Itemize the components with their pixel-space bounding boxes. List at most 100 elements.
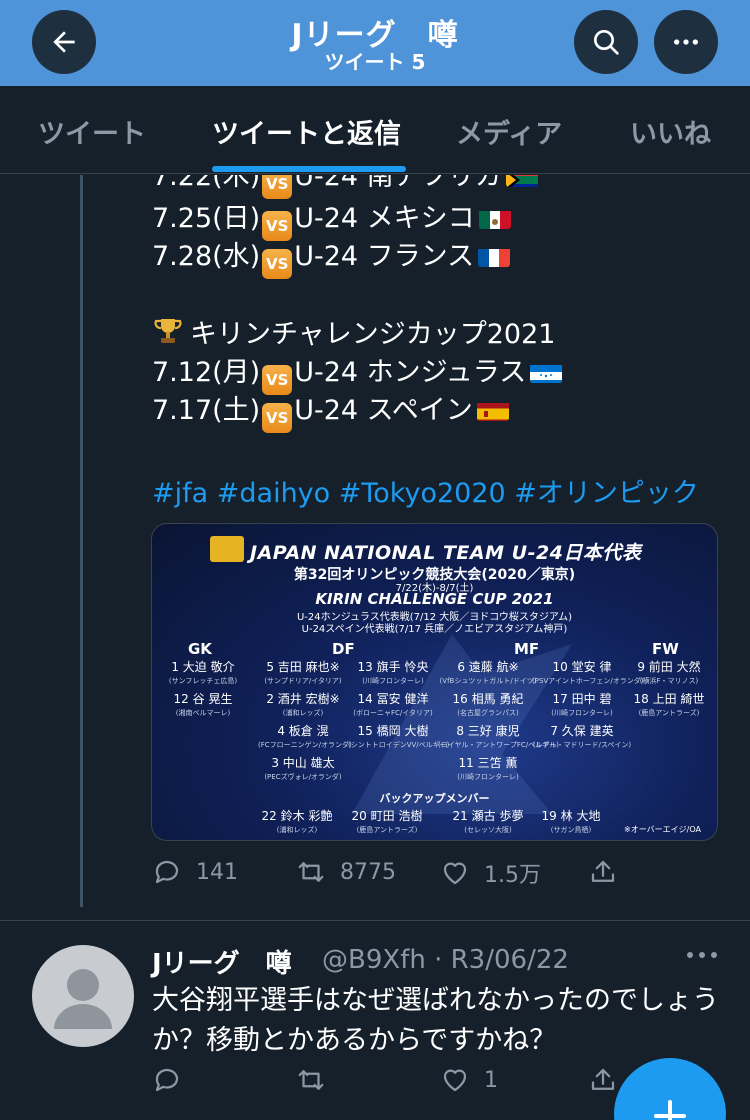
- mexico-flag-icon: [478, 207, 511, 229]
- player-entry: 17 田中 碧 (川崎フロンターレ): [551, 692, 613, 717]
- backup-player-entry: 21 瀬古 歩夢 (セレッソ大阪): [452, 809, 524, 834]
- backup-player-entry: 22 鈴木 彩艶 (浦和レッズ): [261, 809, 333, 834]
- search-button[interactable]: [574, 10, 638, 74]
- jfa-logo: [210, 536, 244, 562]
- more-icon: [674, 39, 698, 45]
- tab-media[interactable]: メディア: [456, 112, 562, 151]
- match-opponent: U-24 ホンジュラス: [294, 357, 527, 388]
- south-africa-flag-icon: [505, 175, 538, 187]
- tab-tweets-and-replies[interactable]: ツイートと返信: [212, 112, 401, 151]
- player-entry: 16 相馬 勇紀 (名古屋グランパス): [452, 692, 524, 717]
- player-entry: 5 吉田 麻也※ (サンプドリア/イタリア): [264, 660, 342, 685]
- schedule-line: 7.12(月) VS U-24 ホンジュラス: [152, 355, 563, 395]
- tweet-count: ツイート 5: [324, 50, 426, 74]
- reply-author-handle: @B9Xfh · R3/06/22: [322, 945, 569, 975]
- vs-badge: VS: [262, 175, 293, 199]
- retweet-button[interactable]: 8775: [296, 857, 396, 887]
- match-opponent: U-24 メキシコ: [294, 203, 475, 234]
- profile-tabs: ツイート ツイートと返信 メディア いいね: [0, 86, 750, 174]
- retweet-icon: [298, 1070, 324, 1090]
- share-icon: [591, 1068, 615, 1090]
- hashtags[interactable]: #jfa #daihyo #Tokyo2020 #オリンピック: [152, 471, 699, 510]
- player-entry: 4 板倉 滉 (FCフローニンゲン/オランダ): [258, 724, 352, 749]
- retweet-button[interactable]: [296, 1065, 340, 1095]
- retweet-count: 8775: [340, 859, 396, 885]
- reply-icon: [155, 1068, 179, 1092]
- vs-badge: VS: [262, 211, 293, 241]
- match-date: 7.17(土): [152, 395, 261, 426]
- reply-author-name[interactable]: Jリーグ 噂: [152, 943, 292, 980]
- thread-line: [80, 175, 83, 907]
- tab-likes[interactable]: いいね: [630, 112, 711, 151]
- player-entry: 15 橋岡 大樹 (シントトロイデンVV/ベルギー): [348, 724, 450, 749]
- spain-flag-icon: [476, 399, 509, 421]
- like-button[interactable]: 1.5万: [440, 857, 541, 889]
- vs-badge: VS: [262, 365, 293, 395]
- reply-icon: [155, 860, 179, 884]
- tweet-divider: [0, 920, 750, 921]
- match-date: 7.25(日): [152, 203, 261, 234]
- player-entry: 2 酒井 宏樹※ (浦和レッズ): [266, 692, 340, 717]
- like-count: 1: [484, 1067, 498, 1093]
- reply-button[interactable]: [152, 1065, 196, 1095]
- trophy-icon: [152, 315, 184, 357]
- backup-player-entry: 19 林 大地 (サガン鳥栖): [541, 809, 601, 834]
- more-options-button[interactable]: [654, 10, 718, 74]
- player-entry: 14 冨安 健洋 (ボローニャFC/イタリア): [353, 692, 433, 717]
- backup-player-entry: 20 町田 浩樹 (鹿島アントラーズ): [351, 809, 423, 834]
- player-entry: 6 遠藤 航※ (VfBシュツットガルト/ドイツ): [439, 660, 537, 685]
- tab-tweets[interactable]: ツイート: [38, 112, 146, 151]
- search-icon: [594, 30, 619, 55]
- match-date: 7.22(木): [152, 175, 261, 192]
- share-icon: [591, 860, 615, 882]
- kirin-cup-label: キリンチャレンジカップ2021: [190, 319, 556, 350]
- match-opponent: U-24 フランス: [294, 241, 475, 272]
- default-avatar-icon: [54, 969, 112, 1029]
- tweet-actions: 141 8775 1.5万: [0, 857, 750, 897]
- reply-more-button[interactable]: [682, 943, 722, 973]
- honduras-flag-icon: [530, 361, 563, 383]
- match-opponent: U-24 スペイン: [294, 395, 473, 426]
- active-tab-indicator: [212, 166, 406, 172]
- retweet-icon: [298, 862, 324, 882]
- schedule-line: 7.28(水) VS U-24 フランス: [152, 239, 511, 279]
- vs-badge: VS: [262, 403, 293, 433]
- position-mf: MF: [514, 640, 540, 658]
- heart-icon: [443, 862, 467, 885]
- reply-button[interactable]: 141: [152, 857, 238, 887]
- match-date: 7.12(月): [152, 357, 261, 388]
- timeline[interactable]: 7.22(木) VS U-24 南アフリカ 7.25(日) VS U-24 メキシコ 7…: [0, 175, 750, 1120]
- heart-icon: [443, 1069, 467, 1092]
- player-entry: 13 旗手 怜央 (川崎フロンターレ): [357, 660, 429, 685]
- schedule-line: 7.22(木) VS U-24 南アフリカ: [152, 175, 538, 199]
- player-entry: 11 三笘 薫 (川崎フロンターレ): [457, 756, 519, 781]
- player-entry: 9 前田 大然 (横浜F・マリノス): [637, 660, 701, 685]
- kirin-cup-title: キリンチャレンジカップ2021: [152, 315, 555, 357]
- media-kirin-cup: KIRIN CHALLENGE CUP 2021: [315, 590, 554, 608]
- like-button[interactable]: 1: [440, 1065, 498, 1095]
- overage-note: ※オーバーエイジ/OA: [624, 825, 701, 834]
- player-entry: 10 堂安 律 (PSVアイントホーフェン/オランダ): [532, 660, 644, 685]
- position-gk: GK: [188, 640, 212, 658]
- vs-badge: VS: [262, 249, 293, 279]
- media-match-2: U-24スペイン代表戦(7/17 兵庫／ノエビアスタジアム神戸): [301, 624, 568, 635]
- player-entry: 3 中山 雄太 (PECズヴォレ/オランダ): [264, 756, 342, 781]
- player-entry: 1 大迫 敬介 (サンフレッチェ広島): [168, 660, 238, 685]
- match-date: 7.28(水): [152, 241, 261, 272]
- player-entry: 18 上田 綺世 (鹿島アントラーズ): [633, 692, 705, 717]
- tweet-media-image[interactable]: JAPAN NATIONAL TEAM U-24日本代表 第32回オリンピック競…: [151, 523, 718, 841]
- schedule-line: 7.17(土) VS U-24 スペイン: [152, 393, 509, 433]
- more-icon: [687, 952, 717, 958]
- header-bar: Jリーグ 噂 ツイート 5: [0, 0, 750, 86]
- reply-count: 141: [196, 859, 238, 885]
- media-heading: JAPAN NATIONAL TEAM U-24日本代表: [250, 542, 642, 564]
- share-button[interactable]: [588, 857, 632, 887]
- player-entry: 7 久保 建英 (レアル・マドリード/スペイン): [532, 724, 632, 749]
- position-fw: FW: [652, 640, 679, 658]
- france-flag-icon: [478, 245, 511, 267]
- player-entry: 12 谷 晃生 (湘南ベルマーレ): [173, 692, 233, 717]
- reply-text: 大谷翔平選手はなぜ選ばれなかったのでしょうか？移動とかあるからですかね？: [152, 985, 719, 1056]
- match-opponent: U-24 南アフリカ: [294, 175, 502, 192]
- player-entry: 8 三好 康児 (ロイヤル・アントワープFC/ベルギー): [438, 724, 559, 749]
- avatar[interactable]: [32, 945, 134, 1047]
